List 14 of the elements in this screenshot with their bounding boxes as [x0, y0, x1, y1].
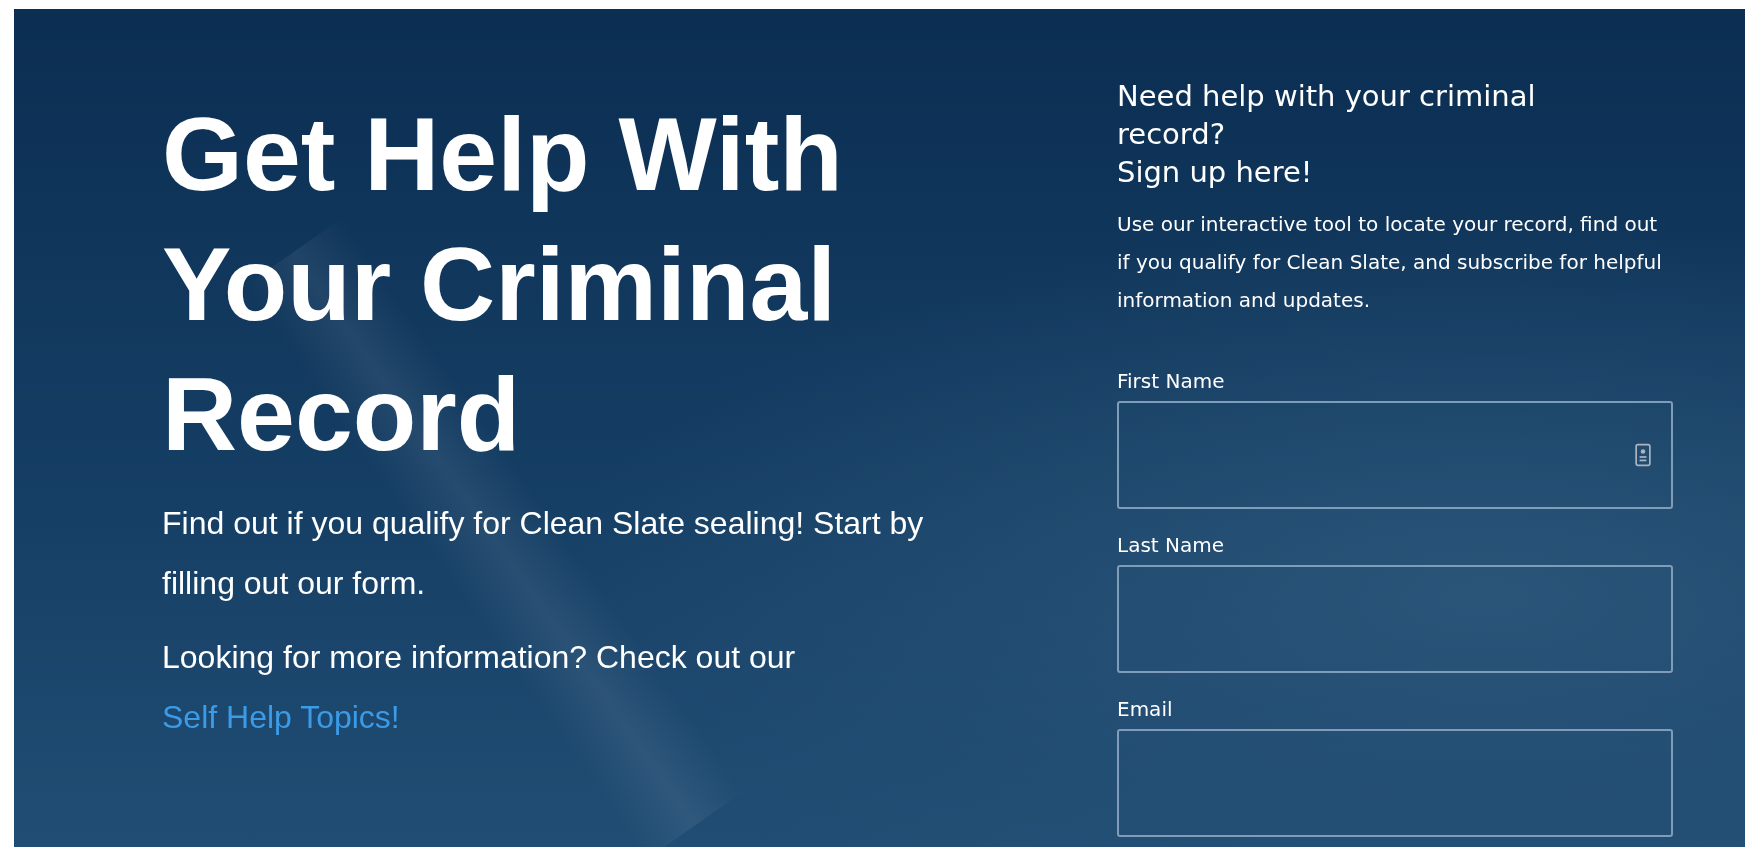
input-field[interactable]	[1117, 729, 1673, 837]
input-field[interactable]	[1117, 401, 1673, 509]
signup-description: Use our interactive tool to locate your record, find out if you qualify for Clean Slate, and subscribe for helpful information and updates.	[1117, 211, 1663, 314]
field-label: First Name	[1117, 369, 1226, 393]
hero-title: Get Help With Your Criminal Record	[162, 95, 844, 474]
intro-text: Find out if you qualify for Clean Slate sealing! Start by filling out our form.	[162, 504, 925, 603]
input-field[interactable]	[1117, 565, 1673, 673]
signup-heading: Sign up here!	[1117, 154, 1314, 191]
self-help-link[interactable]: Self Help Topics!	[162, 699, 400, 735]
more-info-text: Looking for more information? Check out our	[162, 639, 796, 675]
field-label: Email	[1117, 697, 1174, 721]
field-label: Last Name	[1117, 533, 1226, 557]
signup-heading: Need help with your criminal record?	[1117, 78, 1537, 153]
contact-card-icon[interactable]	[1635, 443, 1651, 467]
